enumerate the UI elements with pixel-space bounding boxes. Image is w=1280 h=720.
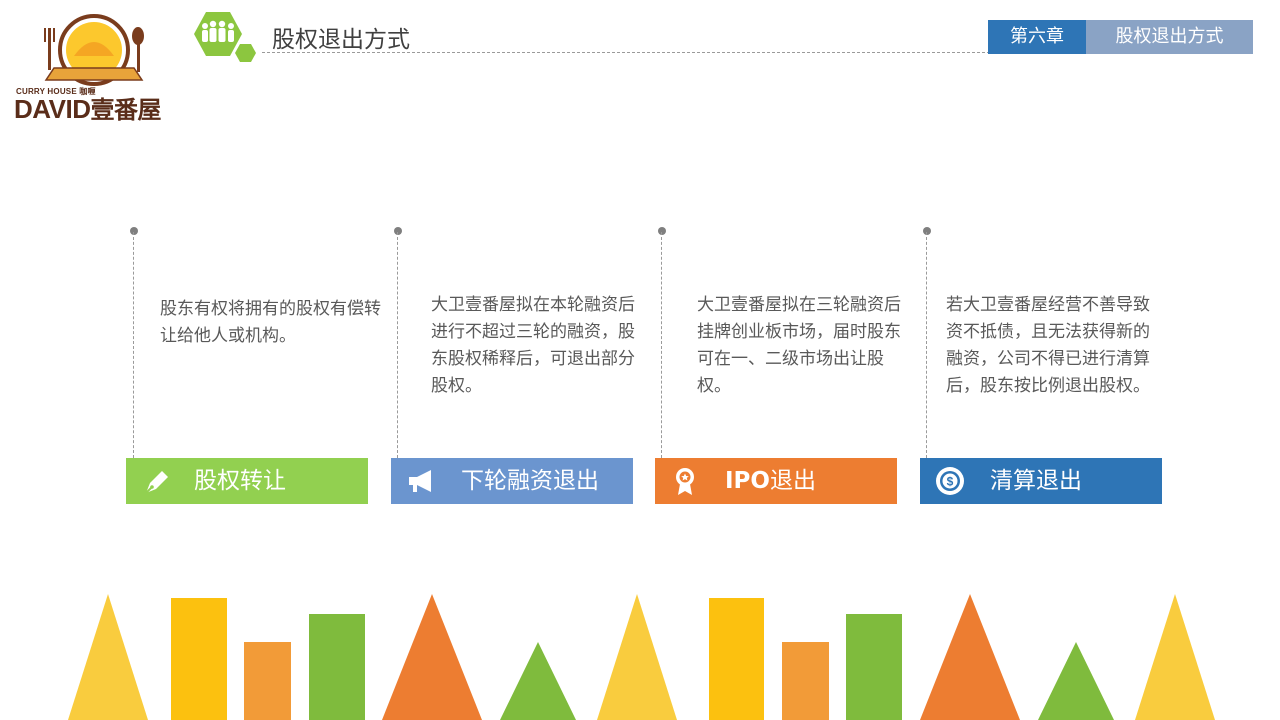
people-group-icon <box>190 10 262 68</box>
deco-triangle <box>1038 642 1114 720</box>
timeline-line <box>661 232 662 458</box>
coin-icon: $ <box>936 467 964 495</box>
deco-triangle <box>500 642 576 720</box>
timeline-dot <box>658 227 666 235</box>
company-logo: CURRY HOUSE 咖喱 DAVID壹番屋 <box>14 8 184 124</box>
ipo-description: 大卫壹番屋拟在三轮融资后挂牌创业板市场，届时股东可在一、二级市场出让股权。 <box>697 295 901 396</box>
deco-triangle <box>1135 594 1215 720</box>
deco-triangle <box>68 594 148 720</box>
deco-triangle <box>382 594 482 720</box>
timeline-line <box>397 232 398 458</box>
next-round-description: 大卫壹番屋拟在本轮融资后进行不超过三轮的融资，股东股权稀释后，可退出部分股权。 <box>431 295 635 396</box>
timeline-line <box>926 232 927 458</box>
megaphone-icon <box>409 470 431 492</box>
timeline-dot <box>923 227 931 235</box>
timeline-dot <box>130 227 138 235</box>
section-tab[interactable]: 股权退出方式 <box>1086 20 1253 54</box>
pen-icon <box>145 471 168 494</box>
logo-brand-en: DAVID <box>14 94 91 124</box>
deco-bar <box>309 614 365 720</box>
deco-bar <box>244 642 291 720</box>
logo-brand: DAVID壹番屋 <box>14 90 161 125</box>
ipo-exit-title-prefix: IPO <box>725 468 770 494</box>
restaurant-logo-icon <box>44 14 144 86</box>
deco-bar <box>782 642 829 720</box>
deco-bar <box>846 614 902 720</box>
equity-transfer-description: 股东有权将拥有的股权有偿转让给他人或机构。 <box>160 299 381 346</box>
liquidation-description: 若大卫壹番屋经营不善导致资不抵债，且无法获得新的融资，公司不得已进行清算后，股东… <box>946 295 1150 396</box>
decorative-shapes <box>68 594 1215 720</box>
svg-text:$: $ <box>947 475 954 489</box>
chapter-tab[interactable]: 第六章 <box>988 20 1086 54</box>
logo-brand-cn: 壹番屋 <box>90 96 161 124</box>
ipo-exit-title-suffix: 退出 <box>769 468 816 494</box>
equity-transfer-title: 股权转让 <box>194 468 286 494</box>
next-round-exit-label[interactable]: 下轮融资退出 <box>391 458 633 504</box>
medal-icon <box>676 468 694 495</box>
page-title: 股权退出方式 <box>272 27 410 53</box>
ipo-exit-label[interactable]: IPO退出 <box>655 458 897 504</box>
title-divider <box>262 52 990 53</box>
deco-bar <box>709 598 764 720</box>
deco-triangle <box>920 594 1020 720</box>
ipo-exit-title: IPO退出 <box>725 458 816 504</box>
timeline-dot <box>394 227 402 235</box>
next-round-exit-title: 下轮融资退出 <box>461 468 599 494</box>
equity-transfer-label[interactable]: 股权转让 <box>126 458 368 504</box>
liquidation-exit-label[interactable]: $ 清算退出 <box>920 458 1162 504</box>
timeline-line <box>133 232 134 458</box>
deco-bar <box>171 598 227 720</box>
liquidation-exit-title: 清算退出 <box>990 468 1082 494</box>
deco-triangle <box>597 594 677 720</box>
